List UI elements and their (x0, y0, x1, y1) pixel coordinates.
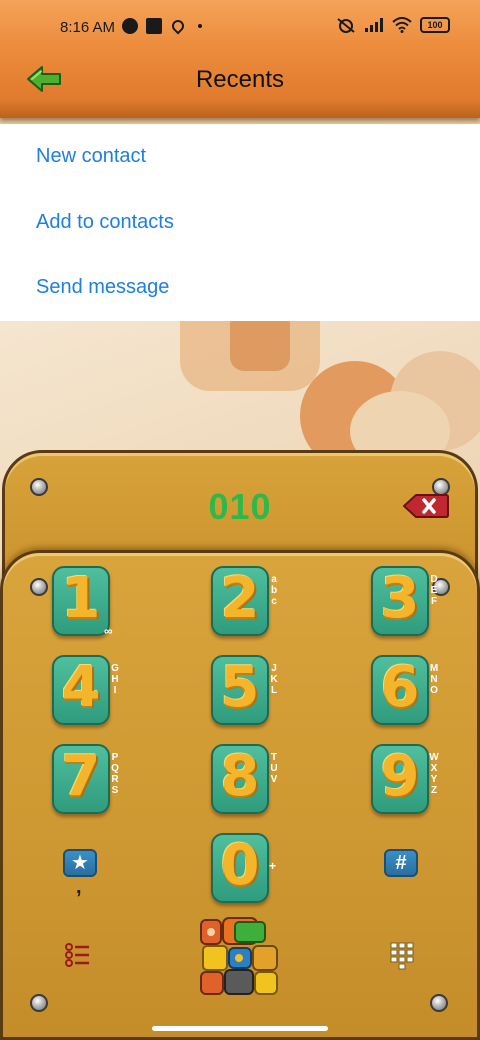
dial-key-3[interactable]: 3 DEF (371, 566, 438, 638)
screw-icon (30, 994, 48, 1012)
dial-key-star[interactable]: ★ (63, 849, 97, 877)
battery-icon: 100 (420, 17, 450, 33)
status-icons-right: 100 (336, 17, 450, 33)
dial-key-1[interactable]: 1 ∞ (52, 566, 113, 638)
dial-key-6[interactable]: 6 MNO (371, 655, 438, 727)
screw-icon (430, 994, 448, 1012)
dial-key-hash[interactable]: # (384, 849, 418, 877)
dial-key-2[interactable]: 2 abc (211, 566, 277, 638)
backspace-icon[interactable] (402, 492, 450, 520)
send-message-option[interactable]: Send message (0, 255, 480, 321)
add-to-contacts-option[interactable]: Add to contacts (0, 190, 480, 256)
app-bar: 8:16 AM 100 Recents (0, 0, 480, 118)
dial-key-9[interactable]: 9 WXYZ (371, 744, 439, 816)
key-digit: 2 (220, 566, 260, 631)
dial-key-4[interactable]: 4 GHI (52, 655, 119, 727)
more-notifications-dot-icon (198, 24, 202, 28)
key-digit: 0 (220, 833, 260, 898)
dial-key-0[interactable]: 0 + (211, 833, 276, 905)
key-letters: MNO (429, 663, 439, 696)
key-digit: 5 (220, 655, 260, 720)
page-title: Recents (195, 66, 285, 93)
key-letters: GHI (111, 663, 119, 696)
data-saver-icon (122, 18, 138, 34)
alarm-off-icon (337, 18, 355, 33)
key-digit: 1 (61, 566, 101, 631)
wifi-icon (392, 17, 412, 33)
key-letters: PQRS (111, 752, 119, 796)
keypad-grid-icon[interactable] (390, 942, 414, 972)
key-letters: JKL (270, 663, 278, 696)
notification-square-icon (146, 18, 162, 34)
key-digit: 7 (61, 744, 101, 809)
new-contact-option[interactable]: New contact (0, 124, 480, 190)
status-time: 8:16 AM (60, 19, 116, 36)
pause-comma-label: , (76, 876, 82, 898)
home-indicator[interactable] (152, 1026, 328, 1031)
key-digit: 4 (61, 655, 101, 720)
call-button-icon[interactable] (199, 914, 281, 996)
key-letters: WXYZ (429, 752, 439, 796)
location-icon (169, 17, 187, 35)
key-digit: 9 (380, 744, 420, 809)
plus-label: + (269, 859, 277, 873)
menu-list-icon[interactable] (64, 942, 92, 968)
voicemail-icon: ∞ (104, 624, 113, 638)
dial-key-7[interactable]: 7 PQRS (52, 744, 119, 816)
clay-block-shape (230, 321, 290, 371)
key-letters: TUV (270, 752, 278, 785)
key-digit: 8 (220, 744, 260, 809)
dial-key-8[interactable]: 8 TUV (211, 744, 278, 816)
key-letters: abc (270, 574, 278, 607)
key-digit: 6 (380, 655, 420, 720)
recents-menu: New contact Add to contacts Send message (0, 124, 480, 321)
signal-icon (365, 18, 383, 32)
dial-key-5[interactable]: 5 JKL (211, 655, 278, 727)
status-bar: 8:16 AM 100 (0, 0, 480, 56)
key-letters: DEF (430, 574, 438, 607)
screw-icon (30, 578, 48, 596)
status-icons-left (122, 17, 202, 35)
key-digit: 3 (380, 566, 420, 631)
